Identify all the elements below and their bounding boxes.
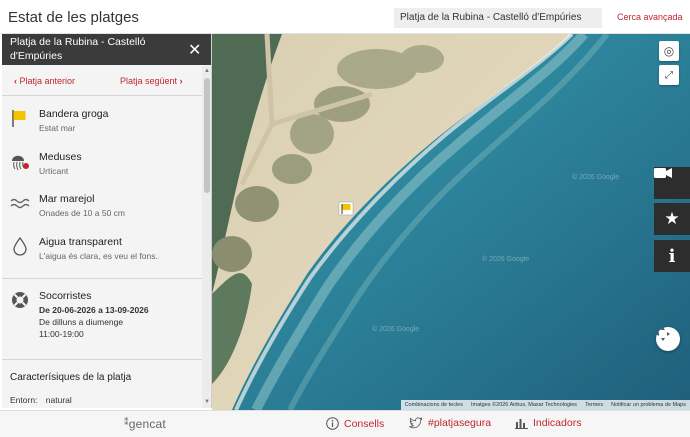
- lifeguard-dates: De 20-06-2026 a 13-09-2026: [39, 305, 149, 315]
- panel-scrollbar[interactable]: ▲ ▼: [202, 66, 211, 408]
- lifeguard-title: Socorristes: [39, 290, 92, 302]
- imagery-credit: Imatges ©2026 Airbus, Maxar Technologies: [470, 402, 578, 408]
- yellow-flag-icon: [12, 110, 26, 127]
- info-item-sea-state: Mar marejol Onades de 10 a 50 cm: [2, 193, 202, 235]
- advanced-search-link[interactable]: Cerca avançada: [617, 12, 683, 22]
- water-subtitle: L'aigua és clara, es veu el fons.: [39, 251, 158, 261]
- chevron-left-icon: ‹: [14, 76, 17, 86]
- chevron-right-icon: ›: [179, 76, 183, 86]
- sea-state-title: Mar marejol: [39, 193, 95, 205]
- satellite-map[interactable]: © 2026 Google © 2026 Google © 2026 Googl…: [212, 34, 690, 410]
- map-imagery: [212, 34, 690, 410]
- search-input[interactable]: Platja de la Rubina - Castelló d'Empúrie…: [394, 8, 602, 28]
- jellyfish-title: Meduses: [39, 151, 82, 163]
- feature-row: Entorn: natural: [10, 395, 72, 405]
- jellyfish-subtitle: Urticant: [39, 166, 69, 176]
- fullscreen-button[interactable]: ⤢: [659, 65, 679, 85]
- info-item-jellyfish: Meduses Urticant: [2, 151, 202, 193]
- webcam-button[interactable]: [654, 167, 690, 199]
- panel-header: Platja de la Rubina - Castelló d'Empúrie…: [2, 34, 211, 65]
- info-icon: [326, 417, 339, 430]
- sea-state-subtitle: Onades de 10 a 50 cm: [39, 208, 126, 218]
- map-watermark: © 2026 Google: [572, 174, 620, 181]
- twitter-label: #platjasegura: [428, 417, 492, 429]
- flag-status-subtitle: Estat mar: [39, 123, 76, 133]
- scroll-up-arrow[interactable]: ▲: [204, 68, 210, 74]
- twitter-icon: [409, 417, 423, 429]
- gencat-logo[interactable]: ⁑gencat: [124, 417, 166, 431]
- favorite-button[interactable]: ★: [654, 203, 690, 235]
- divider: [2, 278, 202, 279]
- video-camera-icon: [654, 168, 672, 178]
- crosshair-icon: ◎: [663, 44, 675, 58]
- scrollbar-thumb[interactable]: [204, 78, 210, 193]
- flag-status-title: Bandera groga: [39, 108, 109, 120]
- feature-label: Entorn:: [10, 395, 38, 405]
- app-title: Estat de les platges: [8, 9, 139, 26]
- next-beach-link[interactable]: Platja següent ›: [120, 76, 183, 86]
- previous-beach-link[interactable]: ‹ Platja anterior: [14, 76, 75, 86]
- twitter-link[interactable]: #platjasegura: [409, 417, 491, 429]
- recenter-button[interactable]: [656, 327, 680, 351]
- waves-icon: [10, 198, 30, 209]
- info-item-water: Aigua transparent L'aigua és clara, es v…: [2, 236, 202, 278]
- map-watermark: © 2026 Google: [482, 256, 530, 263]
- info-icon: i: [668, 245, 676, 267]
- lifebuoy-icon: [12, 292, 28, 308]
- scroll-down-arrow[interactable]: ▼: [204, 399, 210, 405]
- move-arrows-icon: [656, 327, 670, 341]
- water-title: Aigua transparent: [39, 236, 122, 248]
- fullscreen-icon: ⤢: [665, 69, 673, 81]
- map-attribution: Combinacions de tecles Imatges ©2026 Air…: [400, 400, 690, 410]
- previous-beach-label: Platja anterior: [19, 76, 76, 86]
- feature-value: natural: [45, 395, 72, 405]
- bar-chart-icon: [515, 419, 528, 429]
- next-beach-label: Platja següent: [120, 76, 178, 86]
- map-watermark: © 2026 Google: [372, 326, 420, 333]
- lifeguard-days: De dilluns a diumenge: [39, 317, 124, 327]
- lifeguard-hours: 11:00-19:00: [39, 329, 84, 339]
- advice-label: Consells: [344, 417, 385, 430]
- jellyfish-icon: [12, 155, 29, 171]
- keyboard-shortcuts-link[interactable]: Combinacions de tecles: [405, 402, 463, 408]
- beach-flag-marker: [338, 201, 354, 216]
- advice-link[interactable]: Consells: [326, 417, 384, 430]
- info-item-lifeguard: Socorristes De 20-06-2026 a 13-09-2026 D…: [2, 290, 202, 350]
- close-icon[interactable]: ✕: [188, 40, 201, 60]
- features-title: Caracterísiques de la platja: [10, 372, 132, 383]
- app-header: Estat de les platges Platja de la Rubina…: [0, 0, 690, 34]
- info-button[interactable]: i: [654, 240, 690, 272]
- terms-link[interactable]: Termes: [585, 402, 603, 408]
- beach-info-panel: Platja de la Rubina - Castelló d'Empúrie…: [2, 34, 212, 408]
- divider: [2, 359, 202, 360]
- beach-navigation: ‹ Platja anterior Platja següent ›: [2, 65, 202, 96]
- gencat-logo-text: gencat: [128, 417, 166, 431]
- locate-me-button[interactable]: ◎: [659, 41, 679, 61]
- star-icon: ★: [664, 209, 680, 228]
- info-item-flag: Bandera groga Estat mar: [2, 108, 202, 150]
- panel-title: Platja de la Rubina - Castelló d'Empúrie…: [10, 36, 146, 62]
- footer: ⁑gencat Consells #platjasegura Indicador…: [0, 410, 690, 437]
- indicators-link[interactable]: Indicadors: [515, 417, 581, 429]
- water-drop-icon: [13, 236, 27, 256]
- indicators-label: Indicadors: [533, 417, 582, 429]
- report-problem-link[interactable]: Notificar un problema de Maps: [611, 402, 686, 408]
